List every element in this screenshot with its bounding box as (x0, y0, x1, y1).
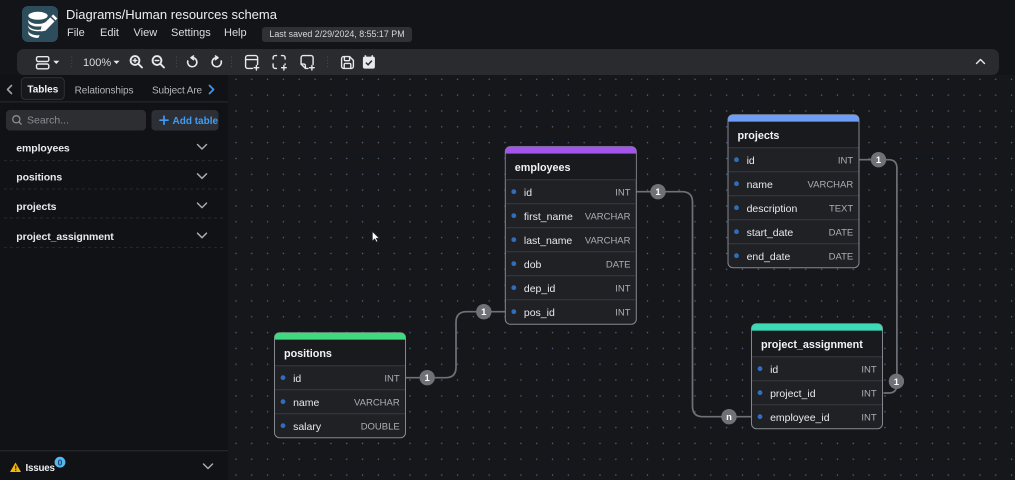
svg-text:dob: dob (523, 260, 541, 271)
svg-text:id: id (293, 374, 301, 385)
svg-text:DATE: DATE (605, 259, 630, 270)
svg-text:TEXT: TEXT (828, 203, 852, 214)
svg-text:VARCHAR: VARCHAR (584, 235, 630, 246)
svg-text:DATE: DATE (828, 251, 853, 262)
svg-text:employees: employees (16, 142, 70, 154)
svg-text:end_date: end_date (746, 252, 790, 263)
svg-text:salary: salary (293, 422, 322, 433)
svg-text:name: name (746, 180, 772, 191)
svg-text:name: name (293, 398, 319, 409)
svg-text:100%: 100% (83, 56, 111, 68)
svg-text:projects: projects (16, 201, 56, 213)
svg-text:INT: INT (861, 388, 876, 399)
svg-text:0: 0 (58, 457, 63, 467)
svg-text:start_date: start_date (746, 228, 793, 239)
svg-text:project_assignment: project_assignment (16, 231, 114, 243)
svg-text:Subject Are: Subject Are (152, 86, 203, 97)
svg-text:VARCHAR: VARCHAR (354, 397, 400, 408)
svg-text:positions: positions (284, 348, 332, 360)
svg-text:INT: INT (384, 373, 399, 384)
svg-text:id: id (746, 156, 754, 167)
svg-text:id: id (770, 365, 778, 376)
svg-text:1: 1 (893, 377, 899, 388)
svg-text:pos_id: pos_id (523, 308, 554, 319)
svg-text:VARCHAR: VARCHAR (807, 179, 853, 190)
svg-text:1: 1 (875, 155, 881, 166)
svg-text:VARCHAR: VARCHAR (584, 211, 630, 222)
svg-text:INT: INT (837, 155, 852, 166)
svg-text:INT: INT (861, 364, 876, 375)
svg-text:description: description (746, 204, 797, 215)
svg-text:Add table: Add table (173, 116, 219, 127)
svg-text:INT: INT (615, 307, 630, 318)
svg-text:employees: employees (514, 162, 570, 174)
svg-text:1: 1 (481, 307, 487, 318)
svg-text:DATE: DATE (828, 227, 853, 238)
svg-text:Issues: Issues (26, 463, 56, 474)
svg-text:INT: INT (615, 187, 630, 198)
svg-text:projects: projects (737, 130, 779, 142)
svg-text:1: 1 (424, 373, 430, 384)
svg-text:Relationships: Relationships (75, 86, 134, 97)
svg-text:Tables: Tables (27, 84, 58, 95)
svg-text:project_assignment: project_assignment (760, 339, 862, 351)
svg-text:employee_id: employee_id (770, 413, 830, 424)
svg-text:dep_id: dep_id (523, 284, 555, 295)
svg-text:Search...: Search... (27, 115, 69, 127)
svg-text:first_name: first_name (523, 212, 572, 223)
svg-text:INT: INT (615, 283, 630, 294)
svg-text:n: n (726, 412, 732, 423)
svg-text:1: 1 (655, 187, 661, 198)
svg-text:DOUBLE: DOUBLE (360, 421, 399, 432)
svg-text:INT: INT (861, 412, 876, 423)
svg-text:positions: positions (16, 172, 62, 184)
svg-text:id: id (523, 188, 531, 199)
svg-text:project_id: project_id (770, 389, 816, 400)
svg-text:last_name: last_name (523, 236, 572, 247)
